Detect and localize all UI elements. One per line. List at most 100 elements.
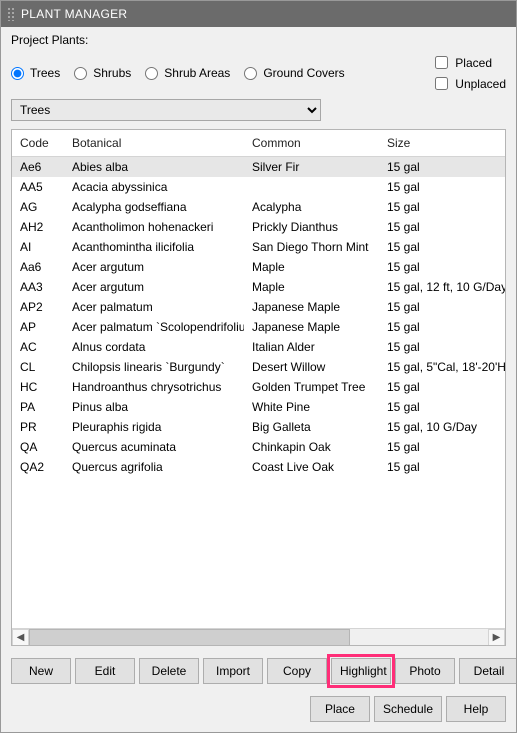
photo-button[interactable]: Photo <box>395 658 455 684</box>
cell-botanical: Acer argutum <box>64 257 244 277</box>
cell-code: PA <box>12 397 64 417</box>
radio-ground-covers-input[interactable] <box>244 67 257 80</box>
radio-shrubs[interactable]: Shrubs <box>74 66 131 80</box>
checkbox-placed-input[interactable] <box>435 56 448 69</box>
client-area: Project Plants: Trees Shrubs Shrub Areas… <box>1 27 516 732</box>
category-combo-row: Trees <box>11 99 506 121</box>
cell-size: 15 gal <box>379 217 505 237</box>
cell-code: AH2 <box>12 217 64 237</box>
col-header-code[interactable]: Code <box>12 130 64 157</box>
radio-shrub-areas-input[interactable] <box>145 67 158 80</box>
cell-size: 15 gal, 10 G/Day <box>379 417 505 437</box>
col-header-common[interactable]: Common <box>244 130 379 157</box>
plant-grid-scroll[interactable]: Code Botanical Common Size Ae6Abies alba… <box>12 130 505 628</box>
radio-shrubs-label: Shrubs <box>93 66 131 80</box>
cell-size: 15 gal <box>379 157 505 178</box>
cell-common: Chinkapin Oak <box>244 437 379 457</box>
new-button[interactable]: New <box>11 658 71 684</box>
schedule-button[interactable]: Schedule <box>374 696 442 722</box>
table-row[interactable]: ACAlnus cordataItalian Alder15 gal <box>12 337 505 357</box>
horizontal-scrollbar[interactable]: ◀ ▶ <box>12 628 505 645</box>
cell-botanical: Acalypha godseffiana <box>64 197 244 217</box>
scrollbar-track[interactable] <box>29 629 488 646</box>
cell-size: 15 gal <box>379 437 505 457</box>
window-title: PLANT MANAGER <box>21 7 127 21</box>
cell-common: Big Galleta <box>244 417 379 437</box>
cell-common: Golden Trumpet Tree <box>244 377 379 397</box>
cell-botanical: Acer argutum <box>64 277 244 297</box>
cell-common: Desert Willow <box>244 357 379 377</box>
copy-button[interactable]: Copy <box>267 658 327 684</box>
cell-code: AC <box>12 337 64 357</box>
cell-code: HC <box>12 377 64 397</box>
scroll-left-arrow-icon[interactable]: ◀ <box>12 629 29 646</box>
radio-trees-label: Trees <box>30 66 60 80</box>
cell-code: AA3 <box>12 277 64 297</box>
scroll-right-arrow-icon[interactable]: ▶ <box>488 629 505 646</box>
cell-size: 15 gal <box>379 257 505 277</box>
table-row[interactable]: AA3Acer argutumMaple15 gal, 12 ft, 10 G/… <box>12 277 505 297</box>
radio-ground-covers[interactable]: Ground Covers <box>244 66 344 80</box>
import-button[interactable]: Import <box>203 658 263 684</box>
cell-code: PR <box>12 417 64 437</box>
cell-botanical: Alnus cordata <box>64 337 244 357</box>
table-row[interactable]: PAPinus albaWhite Pine15 gal <box>12 397 505 417</box>
titlebar[interactable]: PLANT MANAGER <box>1 1 516 27</box>
cell-code: AP2 <box>12 297 64 317</box>
table-row[interactable]: QAQuercus acuminataChinkapin Oak15 gal <box>12 437 505 457</box>
cell-botanical: Pleuraphis rigida <box>64 417 244 437</box>
cell-botanical: Acacia abyssinica <box>64 177 244 197</box>
table-row[interactable]: Ae6Abies albaSilver Fir15 gal <box>12 157 505 178</box>
table-header-row: Code Botanical Common Size <box>12 130 505 157</box>
cell-size: 15 gal <box>379 397 505 417</box>
cell-common: Prickly Dianthus <box>244 217 379 237</box>
delete-button[interactable]: Delete <box>139 658 199 684</box>
cell-botanical: Pinus alba <box>64 397 244 417</box>
cell-common: Silver Fir <box>244 157 379 178</box>
cell-size: 15 gal <box>379 197 505 217</box>
edit-button[interactable]: Edit <box>75 658 135 684</box>
place-button[interactable]: Place <box>310 696 370 722</box>
table-row[interactable]: PRPleuraphis rigidaBig Galleta15 gal, 10… <box>12 417 505 437</box>
cell-common: Acalypha <box>244 197 379 217</box>
cell-size: 15 gal <box>379 457 505 477</box>
col-header-size[interactable]: Size <box>379 130 505 157</box>
category-row: Trees Shrubs Shrub Areas Ground Covers P… <box>11 51 506 95</box>
checkbox-placed[interactable]: Placed <box>431 53 506 72</box>
col-header-botanical[interactable]: Botanical <box>64 130 244 157</box>
table-row[interactable]: APAcer palmatum `Scolopendrifolium`Japan… <box>12 317 505 337</box>
button-row-1: New Edit Delete Import Copy Highlight Ph… <box>11 650 506 684</box>
checkbox-unplaced[interactable]: Unplaced <box>431 74 506 93</box>
radio-ground-covers-label: Ground Covers <box>263 66 344 80</box>
table-row[interactable]: AGAcalypha godseffianaAcalypha15 gal <box>12 197 505 217</box>
radio-trees[interactable]: Trees <box>11 66 60 80</box>
radio-shrubs-input[interactable] <box>74 67 87 80</box>
table-row[interactable]: QA2Quercus agrifoliaCoast Live Oak15 gal <box>12 457 505 477</box>
checkbox-placed-label: Placed <box>455 56 492 70</box>
radio-shrub-areas[interactable]: Shrub Areas <box>145 66 230 80</box>
checkbox-unplaced-input[interactable] <box>435 77 448 90</box>
category-combo[interactable]: Trees <box>11 99 321 121</box>
cell-size: 15 gal <box>379 317 505 337</box>
detail-button[interactable]: Detail <box>459 658 516 684</box>
cell-botanical: Acer palmatum <box>64 297 244 317</box>
scrollbar-thumb[interactable] <box>29 629 350 646</box>
cell-common: White Pine <box>244 397 379 417</box>
cell-common: Coast Live Oak <box>244 457 379 477</box>
table-row[interactable]: CLChilopsis linearis `Burgundy`Desert Wi… <box>12 357 505 377</box>
button-row-2: Place Schedule Help <box>11 688 506 722</box>
highlight-button[interactable]: Highlight <box>331 658 391 684</box>
drag-grip-icon <box>7 7 15 21</box>
table-row[interactable]: HCHandroanthus chrysotrichusGolden Trump… <box>12 377 505 397</box>
table-row[interactable]: AH2Acantholimon hohenackeriPrickly Diant… <box>12 217 505 237</box>
table-row[interactable]: AA5Acacia abyssinica15 gal <box>12 177 505 197</box>
status-checkbox-column: Placed Unplaced <box>431 53 506 93</box>
cell-botanical: Chilopsis linearis `Burgundy` <box>64 357 244 377</box>
table-row[interactable]: AIAcanthomintha ilicifoliaSan Diego Thor… <box>12 237 505 257</box>
table-row[interactable]: Aa6Acer argutumMaple15 gal <box>12 257 505 277</box>
help-button[interactable]: Help <box>446 696 506 722</box>
radio-trees-input[interactable] <box>11 67 24 80</box>
cell-common: Japanese Maple <box>244 317 379 337</box>
table-row[interactable]: AP2Acer palmatumJapanese Maple15 gal <box>12 297 505 317</box>
plant-grid: Code Botanical Common Size Ae6Abies alba… <box>11 129 506 646</box>
